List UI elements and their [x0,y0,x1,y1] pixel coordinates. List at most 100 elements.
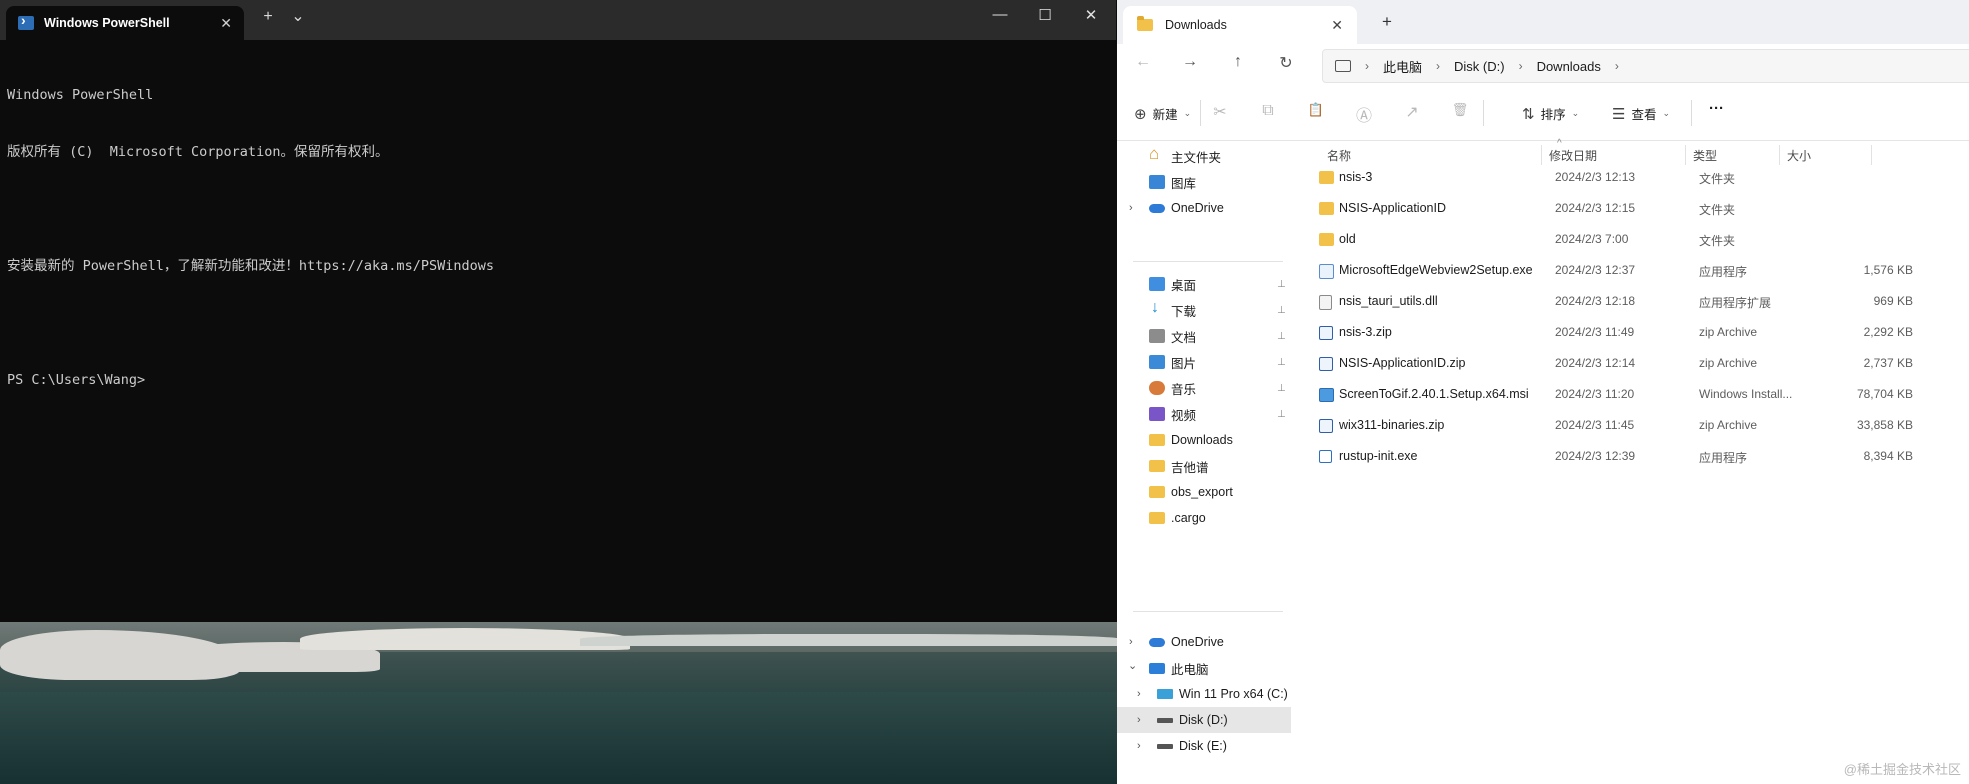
gallery-icon [1149,175,1165,189]
file-row[interactable]: MicrosoftEdgeWebview2Setup.exe 2024/2/3 1… [1303,255,1923,286]
sidebar-item-onedrive-tree[interactable]: › OneDrive [1117,629,1291,655]
watermark: @稀土掘金技术社区 [1843,762,1961,777]
file-list: ^ 名称 修改日期 类型 大小 nsis-3 2024/2/3 12:13 文件夹 N… [1293,138,1969,784]
breadcrumb-downloads[interactable]: Downloads [1537,59,1601,74]
chevron-right-icon[interactable]: › [1129,636,1133,648]
new-tab-button[interactable]: + [1382,12,1392,32]
cut-icon[interactable]: ✂ [1210,102,1230,122]
drive-icon [1157,717,1173,723]
sidebar-item-drive-d[interactable]: › Disk (D:) [1117,707,1291,733]
minimize-button[interactable]: — [980,6,1020,23]
pin-icon: ⊥ [1277,356,1286,368]
breadcrumb-disk-d[interactable]: Disk (D:) [1454,59,1505,74]
powershell-tab[interactable]: Windows PowerShell ✕ [6,6,244,40]
file-date: 2024/2/3 12:14 [1555,356,1636,370]
sidebar-item-label: obs_export [1171,485,1233,499]
sidebar-item-label: 图库 [1171,176,1197,191]
more-options-button[interactable]: ··· [1709,100,1724,117]
folder-icon [1319,202,1334,215]
file-size: 2,292 KB [1863,325,1913,339]
delete-icon[interactable]: 🗑 [1450,102,1470,118]
file-row[interactable]: NSIS-ApplicationID.zip 2024/2/3 12:14 zip … [1303,348,1923,379]
forward-button[interactable]: → [1178,53,1202,71]
file-name: NSIS-ApplicationID [1339,201,1446,215]
file-size: 1,576 KB [1863,263,1913,277]
sidebar-item-this-pc[interactable]: ⌄ 此电脑 [1117,655,1291,681]
sidebar-item-label: 文档 [1171,330,1197,345]
sidebar-item-guitar-tabs[interactable]: 吉他谱 [1117,453,1291,479]
new-button[interactable]: ⊕ 新建 ⌄ [1134,104,1191,123]
sidebar-item-label: 此电脑 [1171,662,1209,677]
folder-icon [1149,486,1165,498]
close-window-button[interactable]: ✕ [1071,6,1111,24]
file-row[interactable]: ScreenToGif.2.40.1.Setup.x64.msi 2024/2/3… [1303,379,1923,410]
powershell-console[interactable]: Windows PowerShell 版权所有 (C) Microsoft Co… [7,48,494,428]
chevron-right-icon[interactable]: › [1129,202,1133,214]
sort-button[interactable]: ⇅ 排序 ⌄ [1522,104,1579,123]
desktop-icon [1149,277,1165,291]
console-line: ​ [7,314,494,333]
sidebar-item-downloads[interactable]: Downloads [1117,427,1291,453]
file-row[interactable]: nsis-3.zip 2024/2/3 11:49 zip Archive 2,292… [1303,317,1923,348]
rename-icon[interactable]: Ⓐ [1354,102,1374,126]
sidebar-item-label: 视频 [1171,408,1197,423]
view-button[interactable]: ☰ 查看 ⌄ [1612,104,1670,123]
file-type: 应用程序扩展 [1699,296,1772,310]
sidebar-item-label: 下载 [1171,304,1197,319]
file-row[interactable]: old 2024/2/3 7:00 文件夹 [1303,224,1923,255]
address-bar[interactable]: › 此电脑 › Disk (D:) › Downloads › [1322,49,1969,83]
chevron-down-icon[interactable]: ⌄ [1128,659,1137,672]
up-button[interactable]: ↑ [1226,53,1250,71]
file-size: 2,737 KB [1863,356,1913,370]
sidebar-item-label: 主文件夹 [1171,150,1222,165]
refresh-button[interactable]: ↻ [1274,53,1298,73]
sidebar-item-drive-c[interactable]: › Win 11 Pro x64 (C:) [1117,681,1291,707]
sidebar-item-gallery[interactable]: 图库 [1117,169,1291,195]
chevron-right-icon[interactable]: › [1137,714,1141,726]
chevron-right-icon[interactable]: › [1137,740,1141,752]
sidebar-item-videos[interactable]: 视频 ⊥ [1117,401,1291,427]
explorer-tab-downloads[interactable]: Downloads ✕ [1123,6,1357,44]
file-row[interactable]: NSIS-ApplicationID 2024/2/3 12:15 文件夹 [1303,193,1923,224]
sidebar-item-cargo[interactable]: .cargo [1117,505,1291,531]
chevron-right-icon[interactable]: › [1615,59,1619,73]
file-size: 8,394 KB [1863,449,1913,463]
breadcrumb-this-pc[interactable]: 此电脑 [1383,57,1422,76]
file-type: zip Archive [1699,356,1758,370]
file-name: ScreenToGif.2.40.1.Setup.x64.msi [1339,387,1529,401]
sidebar-item-documents[interactable]: 文档 ⊥ [1117,323,1291,349]
tab-dropdown-button[interactable]: ⌄ [286,6,310,26]
paste-icon[interactable]: 📋 [1306,102,1326,118]
copy-icon[interactable]: ⧉ [1258,102,1278,120]
file-name: old [1339,232,1356,246]
file-type: 文件夹 [1699,172,1736,186]
maximize-button[interactable]: ☐ [1025,6,1065,24]
chevron-right-icon[interactable]: › [1436,59,1440,73]
folder-icon [1149,434,1165,446]
sidebar-item-downloads-pinned[interactable]: 下载 ⊥ [1117,297,1291,323]
file-row[interactable]: nsis_tauri_utils.dll 2024/2/3 12:18 应用程序扩展… [1303,286,1923,317]
file-row[interactable]: nsis-3 2024/2/3 12:13 文件夹 [1303,162,1923,193]
back-button[interactable]: ← [1131,53,1155,71]
zip-file-icon [1319,419,1333,433]
file-type: Windows Install... [1699,387,1793,401]
sidebar-item-pictures[interactable]: 图片 ⊥ [1117,349,1291,375]
sidebar-item-desktop[interactable]: 桌面 ⊥ [1117,271,1291,297]
sidebar-item-home[interactable]: 主文件夹 [1117,143,1291,169]
chevron-right-icon[interactable]: › [1137,688,1141,700]
chevron-right-icon[interactable]: › [1519,59,1523,73]
sidebar-item-drive-e[interactable]: › Disk (E:) [1117,733,1291,759]
sidebar-item-obs-export[interactable]: obs_export [1117,479,1291,505]
console-prompt[interactable]: PS C:\Users\Wang> [7,371,494,390]
file-row[interactable]: wix311-binaries.zip 2024/2/3 11:45 zip Arc… [1303,410,1923,441]
new-tab-button[interactable]: + [256,8,280,26]
share-icon[interactable]: ↗ [1402,102,1422,122]
close-tab-icon[interactable]: ✕ [220,15,232,32]
sidebar-item-music[interactable]: 音乐 ⊥ [1117,375,1291,401]
file-date: 2024/2/3 12:37 [1555,263,1636,277]
sidebar-item-label: 音乐 [1171,382,1197,397]
file-row[interactable]: rustup-init.exe 2024/2/3 12:39 应用程序 8,394 K… [1303,441,1923,472]
close-tab-icon[interactable]: ✕ [1331,17,1343,34]
chevron-right-icon[interactable]: › [1365,59,1369,73]
sidebar-item-onedrive[interactable]: › OneDrive [1117,195,1291,221]
